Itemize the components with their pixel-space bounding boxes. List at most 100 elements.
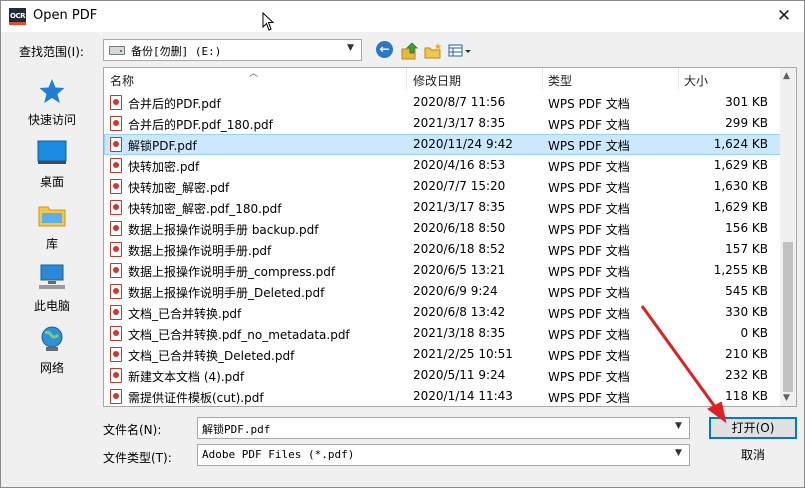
place-label: 快速访问: [27, 113, 76, 127]
chevron-down-icon: ▼: [347, 43, 354, 53]
place-label: 桌面: [39, 175, 64, 189]
place-library[interactable]: 库: [13, 197, 91, 257]
file-type-cell: WPS PDF 文档: [548, 328, 630, 342]
file-name-cell: 文档_已合并转换.pdf_no_metadata.pdf: [128, 328, 350, 342]
pdf-file-icon: [110, 347, 122, 362]
file-size-cell: 1,630 KB: [713, 179, 768, 193]
file-size-cell: 0 KB: [740, 326, 768, 340]
pdf-file-icon: [110, 137, 122, 152]
file-size-cell: 1,624 KB: [713, 137, 768, 151]
sort-ascending-icon: ︿: [249, 69, 259, 79]
place-network[interactable]: 网络: [13, 321, 91, 381]
pdf-file-icon: [110, 221, 122, 236]
file-list[interactable]: ︿ 名称 修改日期 类型 大小 合并后的PDF.pdf 2020/8/7 11:5…: [103, 67, 797, 407]
new-folder-icon: [424, 43, 442, 59]
view-grid-icon: [448, 44, 471, 57]
place-this-pc[interactable]: 此电脑: [13, 259, 91, 319]
file-date-cell: 2021/2/25 10:51: [413, 347, 513, 361]
file-list-header: ︿ 名称 修改日期 类型 大小: [104, 68, 782, 90]
file-type-label: 文件类型(T):: [103, 451, 172, 465]
chevron-down-icon[interactable]: ▼: [675, 421, 685, 431]
file-type-cell: WPS PDF 文档: [548, 97, 630, 111]
library-icon: [38, 206, 66, 227]
file-row[interactable]: 需提供证件模板(cut).pdf 2020/1/14 11:43 WPS PDF 文…: [104, 386, 782, 406]
up-folder-button[interactable]: [400, 41, 420, 61]
pdf-file-icon: [110, 242, 122, 257]
file-name-cell: 合并后的PDF.pdf: [128, 97, 221, 111]
file-date-cell: 2020/6/18 8:52: [413, 242, 506, 256]
pdf-file-icon: [110, 284, 122, 299]
file-size-cell: 1,629 KB: [713, 200, 768, 214]
vertical-scrollbar[interactable]: ▲ ▼: [780, 68, 796, 406]
file-type-cell: WPS PDF 文档: [548, 139, 630, 153]
file-date-cell: 2020/5/11 9:24: [413, 368, 506, 382]
file-name-cell: 数据上报操作说明手册_Deleted.pdf: [128, 286, 325, 300]
desktop-icon: [37, 140, 67, 164]
file-type-cell: WPS PDF 文档: [548, 349, 630, 363]
column-header-name[interactable]: 名称: [110, 72, 134, 89]
place-desktop[interactable]: 桌面: [13, 135, 91, 195]
place-label: 网络: [39, 361, 64, 375]
look-in-dropdown[interactable]: 备份[勿删] (E:) ▼: [103, 39, 362, 61]
file-type-value: Adobe PDF Files (*.pdf): [202, 448, 355, 461]
place-quick-access[interactable]: 快速访问: [13, 73, 91, 133]
look-in-value: 备份[勿删] (E:): [131, 45, 222, 58]
file-row[interactable]: 数据上报操作说明手册_compress.pdf 2020/6/5 13:21 WPS…: [104, 260, 782, 281]
file-row[interactable]: 快转加密.pdf 2020/4/16 8:53 WPS PDF 文档 1,629 KB: [104, 155, 782, 176]
file-type-dropdown[interactable]: Adobe PDF Files (*.pdf) ▼: [197, 444, 690, 466]
file-row[interactable]: 数据上报操作说明手册_Deleted.pdf 2020/6/9 9:24 WPS P…: [104, 281, 782, 302]
file-row[interactable]: 数据上报操作说明手册 backup.pdf 2020/6/18 8:50 WPS P…: [104, 218, 782, 239]
column-divider[interactable]: [542, 68, 543, 90]
places-bar: 快速访问 桌面 库 此电脑 网络: [13, 67, 91, 387]
file-date-cell: 2021/3/18 8:35: [413, 326, 506, 340]
scroll-up-icon[interactable]: ▲: [783, 71, 790, 81]
file-row[interactable]: 文档_已合并转换.pdf 2020/6/8 13:42 WPS PDF 文档 330 …: [104, 302, 782, 323]
file-name-cell: 文档_已合并转换.pdf: [128, 307, 242, 321]
scroll-down-icon[interactable]: ▼: [783, 393, 790, 403]
mouse-cursor-icon: [262, 12, 275, 31]
file-name-value: 解锁PDF.pdf: [202, 423, 271, 436]
drive-icon: [109, 46, 125, 55]
pdf-file-icon: [110, 389, 122, 404]
file-name-field[interactable]: 解锁PDF.pdf ▼: [197, 417, 690, 439]
file-name-cell: 快转加密_解密.pdf_180.pdf: [128, 202, 282, 216]
cancel-button[interactable]: 取消: [709, 444, 797, 466]
file-type-cell: WPS PDF 文档: [548, 223, 630, 237]
file-row[interactable]: 数据上报操作说明手册.pdf 2020/6/18 8:52 WPS PDF 文档 15…: [104, 239, 782, 260]
file-name-cell: 快转加密.pdf: [128, 160, 200, 174]
file-row[interactable]: 新建文本文档 (4).pdf 2020/5/11 9:24 WPS PDF 文档 23…: [104, 365, 782, 386]
column-header-size[interactable]: 大小: [684, 72, 708, 89]
view-menu-button[interactable]: [447, 41, 473, 61]
file-size-cell: 1,255 KB: [713, 263, 768, 277]
file-row[interactable]: 快转加密_解密.pdf 2020/7/7 15:20 WPS PDF 文档 1,630…: [104, 176, 782, 197]
column-divider[interactable]: [678, 68, 679, 90]
column-header-type[interactable]: 类型: [548, 72, 572, 89]
close-button[interactable]: ✕: [776, 7, 792, 25]
file-type-cell: WPS PDF 文档: [548, 244, 630, 258]
file-date-cell: 2020/6/9 9:24: [413, 284, 498, 298]
file-row[interactable]: 解锁PDF.pdf 2020/11/24 9:42 WPS PDF 文档 1,624 …: [104, 134, 782, 155]
file-date-cell: 2020/1/14 11:43: [413, 389, 513, 403]
open-button[interactable]: 打开(O): [709, 417, 797, 439]
file-row[interactable]: 合并后的PDF.pdf 2020/8/7 11:56 WPS PDF 文档 301 K…: [104, 92, 782, 113]
back-button[interactable]: ←: [376, 41, 396, 61]
file-row[interactable]: 合并后的PDF.pdf_180.pdf 2021/3/17 8:35 WPS PDF…: [104, 113, 782, 134]
file-name-label: 文件名(N):: [103, 423, 162, 437]
file-row[interactable]: 文档_已合并转换.pdf_no_metadata.pdf 2021/3/18 8:…: [104, 323, 782, 344]
file-size-cell: 330 KB: [725, 305, 768, 319]
file-name-cell: 文档_已合并转换_Deleted.pdf: [128, 349, 295, 363]
new-folder-button[interactable]: [423, 41, 443, 61]
file-size-cell: 156 KB: [725, 221, 768, 235]
file-row[interactable]: 文档_已合并转换_Deleted.pdf 2021/2/25 10:51 WPS P…: [104, 344, 782, 365]
column-divider[interactable]: [406, 68, 407, 90]
back-arrow-icon: ←: [376, 41, 393, 58]
column-header-date[interactable]: 修改日期: [413, 72, 461, 89]
file-type-cell: WPS PDF 文档: [548, 370, 630, 384]
pdf-file-icon: [110, 200, 122, 215]
file-name-cell: 数据上报操作说明手册 backup.pdf: [128, 223, 319, 237]
file-size-cell: 232 KB: [725, 368, 768, 382]
scrollbar-thumb[interactable]: [783, 242, 793, 392]
file-name-cell: 快转加密_解密.pdf: [128, 181, 230, 195]
file-date-cell: 2020/7/7 15:20: [413, 179, 506, 193]
file-row[interactable]: 快转加密_解密.pdf_180.pdf 2021/3/17 8:35 WPS PDF…: [104, 197, 782, 218]
